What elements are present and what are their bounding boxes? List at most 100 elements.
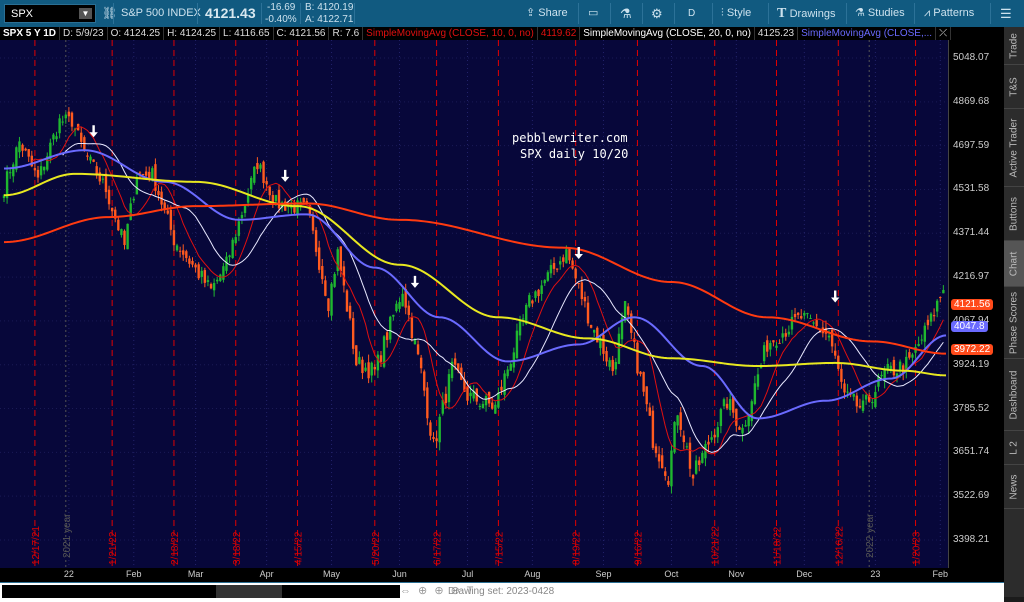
patterns-button[interactable]: ⩘ Patterns xyxy=(924,0,974,27)
candle xyxy=(197,264,200,279)
candle xyxy=(852,393,855,397)
cycle-date-label: 4/15/22 xyxy=(294,531,305,565)
price-axis[interactable]: 5048.07 4869.68 4697.59 4531.58 4371.44 4216.… xyxy=(948,40,1004,568)
sma20-label[interactable]: SimpleMovingAvg (CLOSE, 20, 0, no) xyxy=(580,27,755,40)
candle xyxy=(277,189,281,209)
candle xyxy=(178,250,182,252)
candle xyxy=(172,230,176,246)
candle xyxy=(611,359,614,372)
y-tick-label: 4531.58 xyxy=(953,183,990,195)
cycle-date-label: 9/16/22 xyxy=(633,531,644,565)
watermark-site: pebblewriter.com xyxy=(512,131,628,145)
candle xyxy=(908,352,911,358)
collapse-icon[interactable]: ⤫ xyxy=(936,27,952,40)
sma50-label[interactable]: SimpleMovingAvg (CLOSE,... xyxy=(798,27,937,40)
candle xyxy=(243,205,247,213)
side-tab-dashboard[interactable]: Dashboard xyxy=(1004,359,1024,431)
side-tab-chart[interactable]: Chart xyxy=(1004,241,1024,287)
down-arrow-marker xyxy=(280,169,290,182)
candle xyxy=(790,316,794,330)
x-tick-label: Feb xyxy=(126,569,142,579)
candle xyxy=(923,325,927,342)
candle xyxy=(33,168,37,171)
candle xyxy=(500,386,503,391)
side-tab-trade[interactable]: Trade xyxy=(1004,27,1024,65)
side-tab-label: Trade xyxy=(1008,32,1020,59)
side-tab-l-2[interactable]: L 2 xyxy=(1004,431,1024,465)
side-tab-label: T&S xyxy=(1008,76,1020,97)
side-tab-active-trader[interactable]: Active Trader xyxy=(1004,109,1024,187)
candle xyxy=(552,263,556,269)
candle xyxy=(555,268,559,270)
bar-range: R: 7.6 xyxy=(329,27,364,40)
candle xyxy=(864,395,868,400)
calendar-button[interactable]: ▭ xyxy=(588,0,598,27)
horizontal-scrollbar[interactable] xyxy=(2,585,400,598)
candle xyxy=(67,111,71,117)
candle xyxy=(602,334,605,354)
candle xyxy=(698,460,701,465)
candle xyxy=(534,291,537,298)
link-icon[interactable]: ⛓ xyxy=(102,0,117,27)
candle xyxy=(920,339,923,341)
candle xyxy=(163,202,166,209)
candle xyxy=(21,144,24,151)
candle xyxy=(911,354,914,358)
share-button[interactable]: ⇪ Share xyxy=(526,0,568,27)
gear-icon[interactable]: ⚙ xyxy=(651,0,663,27)
candle xyxy=(778,342,781,344)
candle xyxy=(324,280,327,296)
side-tab-label: Chart xyxy=(1008,251,1020,276)
side-tab-phase-scores[interactable]: Phase Scores xyxy=(1004,287,1024,359)
chart-period[interactable]: SPX 5 Y 1D xyxy=(0,27,60,40)
price-chart[interactable]: 12/17/21 1/21/22 2/18/22 3/18/22 4/15/22 5/20… xyxy=(0,40,948,568)
menu-icon[interactable]: ☰ xyxy=(1000,0,1012,27)
candle xyxy=(212,283,216,291)
candle xyxy=(392,314,395,317)
candle xyxy=(787,331,791,335)
chevron-down-icon[interactable]: ▼ xyxy=(79,8,92,19)
candle xyxy=(58,118,61,134)
candle xyxy=(92,159,95,162)
candle xyxy=(710,437,713,440)
symbol-input[interactable]: SPX ▼ xyxy=(4,4,96,23)
candle xyxy=(194,264,197,268)
candle xyxy=(571,260,574,269)
candle xyxy=(469,392,472,397)
candle xyxy=(101,178,105,180)
candle xyxy=(549,265,553,274)
candle xyxy=(667,481,670,485)
scroll-thumb[interactable] xyxy=(216,585,282,598)
drawings-button[interactable]: T Drawings xyxy=(777,0,835,27)
candle xyxy=(317,247,321,270)
candle xyxy=(636,342,639,374)
bar-date: D: 5/9/23 xyxy=(60,27,108,40)
candle xyxy=(438,416,441,443)
side-tab-news[interactable]: News xyxy=(1004,465,1024,509)
side-tab-label: Dashboard xyxy=(1008,370,1020,419)
candle xyxy=(117,219,120,231)
time-axis[interactable]: 22 Feb Mar Apr May Jun Jul Aug Sep Oct Nov Dec 23 Feb xyxy=(0,568,1004,582)
candle xyxy=(892,359,896,376)
drawing-set[interactable]: Drawing set: 2023-0428 xyxy=(448,586,554,597)
side-tab-buttons[interactable]: Buttons xyxy=(1004,187,1024,241)
candle xyxy=(583,297,587,302)
style-button[interactable]: ⫶ Style xyxy=(721,0,751,27)
candle xyxy=(645,386,648,405)
x-tick-label: Jul xyxy=(461,569,474,579)
flask-icon[interactable]: ⚗ xyxy=(620,0,632,27)
sma10-label[interactable]: SimpleMovingAvg (CLOSE, 10, 0, no) xyxy=(363,27,538,40)
x-tick-label: Sep xyxy=(595,569,612,579)
candle xyxy=(725,403,729,409)
side-tab-t-s[interactable]: T&S xyxy=(1004,65,1024,109)
candle xyxy=(929,313,933,322)
bar-low: L: 4116.65 xyxy=(220,27,274,40)
candle xyxy=(846,391,849,393)
interval-button[interactable]: D xyxy=(688,0,695,27)
side-tab-label: Buttons xyxy=(1008,196,1020,231)
candle xyxy=(515,330,519,359)
studies-button[interactable]: ⚗ Studies xyxy=(855,0,905,27)
candle xyxy=(416,344,420,355)
candle xyxy=(361,359,364,374)
candle xyxy=(741,427,744,434)
